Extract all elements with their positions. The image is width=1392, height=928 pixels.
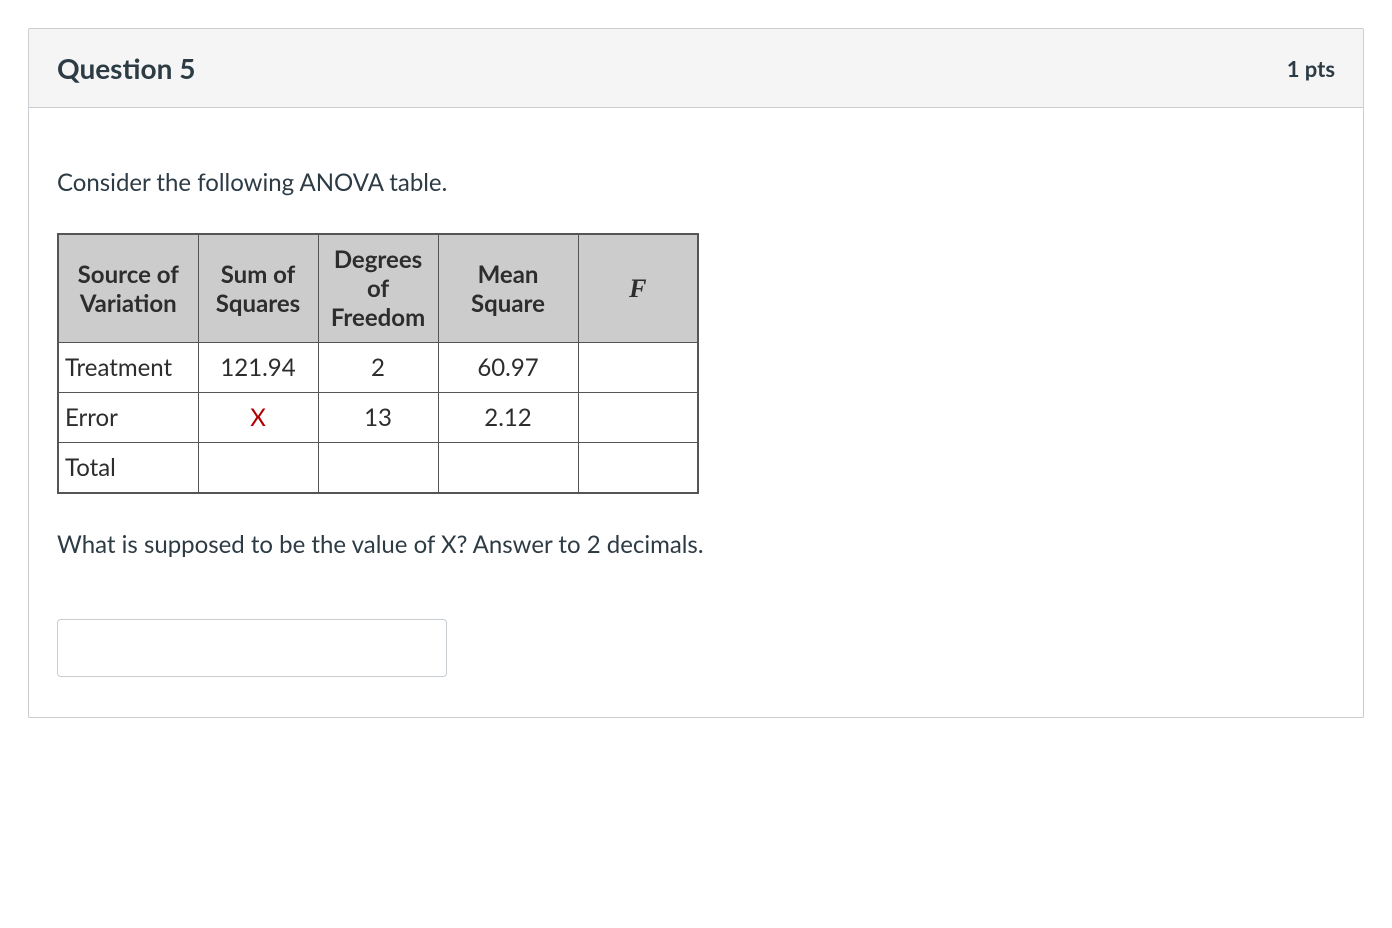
question-card: Question 5 1 pts Consider the following …: [28, 28, 1364, 718]
cell-f: [578, 443, 698, 494]
followup-text: What is supposed to be the value of X? A…: [57, 530, 1335, 559]
cell-f: [578, 393, 698, 443]
table-row: Total: [58, 443, 698, 494]
table-row: Treatment121.94260.97: [58, 343, 698, 393]
th-degrees-of-freedom: Degrees of Freedom: [318, 234, 438, 343]
cell-sum-of-squares: 121.94: [198, 343, 318, 393]
answer-input[interactable]: [57, 619, 447, 677]
th-sum-of-squares: Sum of Squares: [198, 234, 318, 343]
question-body: Consider the following ANOVA table. Sour…: [29, 108, 1363, 717]
prompt-text: Consider the following ANOVA table.: [57, 168, 1335, 197]
f-symbol: F: [629, 274, 646, 303]
table-row: Error X 132.12: [58, 393, 698, 443]
cell-source: Total: [58, 443, 198, 494]
cell-mean-square: 2.12: [438, 393, 578, 443]
th-mean-square: Mean Square: [438, 234, 578, 343]
question-points: 1 pts: [1287, 55, 1335, 82]
cell-mean-square: [438, 443, 578, 494]
question-header: Question 5 1 pts: [29, 29, 1363, 108]
table-header-row: Source of Variation Sum of Squares Degre…: [58, 234, 698, 343]
anova-table: Source of Variation Sum of Squares Degre…: [57, 233, 699, 494]
cell-mean-square: 60.97: [438, 343, 578, 393]
cell-degrees-of-freedom: [318, 443, 438, 494]
x-symbol: X: [250, 403, 266, 432]
th-source: Source of Variation: [58, 234, 198, 343]
question-title: Question 5: [57, 51, 195, 85]
cell-f: [578, 343, 698, 393]
table-body: Treatment121.94260.97ErrorX132.12Total: [58, 343, 698, 494]
cell-sum-of-squares: [198, 443, 318, 494]
cell-source: Treatment: [58, 343, 198, 393]
cell-degrees-of-freedom: 2: [318, 343, 438, 393]
cell-degrees-of-freedom: 13: [318, 393, 438, 443]
cell-source: Error: [58, 393, 198, 443]
th-f: F: [578, 234, 698, 343]
cell-sum-of-squares: X: [198, 393, 318, 443]
